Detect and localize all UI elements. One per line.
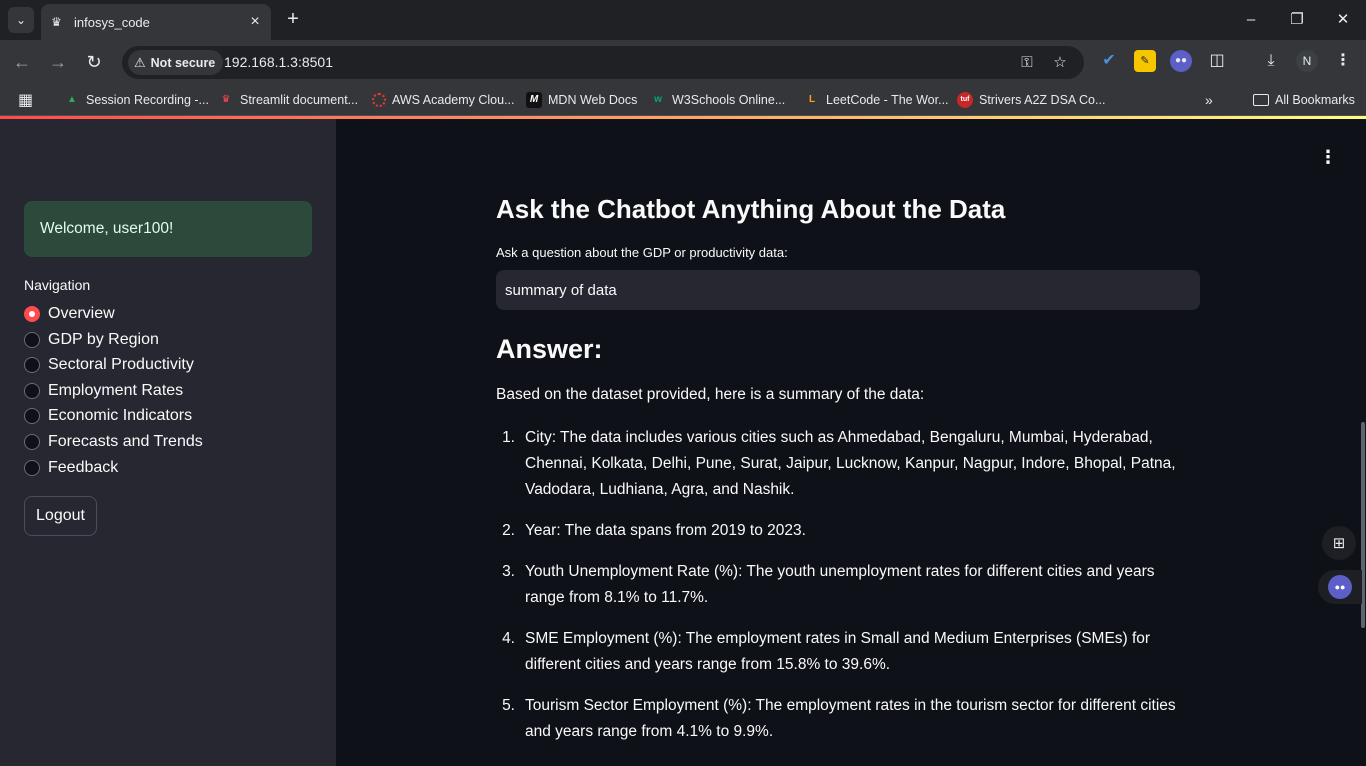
checkmark-extension-icon[interactable]: ✔ [1098, 50, 1120, 72]
tab-search-chevron-icon[interactable]: ⌄ [8, 7, 34, 33]
more-bookmarks-chevron-icon[interactable]: » [1205, 91, 1213, 109]
minimize-icon[interactable]: – [1239, 8, 1263, 32]
radio-button[interactable] [24, 383, 40, 399]
folder-icon [1253, 94, 1269, 106]
radio-button[interactable] [24, 434, 40, 450]
nav-radio-economic-indicators[interactable]: Economic Indicators [24, 405, 192, 427]
streamlit-favicon-icon: ♛ [51, 15, 62, 29]
bookmark-item[interactable]: w W3Schools Online... [650, 91, 785, 109]
new-tab-plus-icon[interactable]: + [281, 8, 305, 32]
browser-tab-bar: ⌄ ♛ infosys_code × + – ❐ ✕ [0, 0, 1366, 40]
nav-radio-gdp-by-region[interactable]: GDP by Region [24, 329, 159, 351]
answer-heading: Answer: [496, 334, 603, 364]
bookmark-item[interactable]: ▲ Session Recording -... [64, 91, 209, 109]
radio-button[interactable] [24, 332, 40, 348]
question-label: Ask a question about the GDP or producti… [496, 245, 788, 260]
nav-radio-label: GDP by Region [48, 331, 159, 348]
security-chip[interactable]: ⚠ Not secure [128, 50, 224, 75]
nav-radio-sectoral-productivity[interactable]: Sectoral Productivity [24, 354, 194, 376]
answer-list-item: 4. SME Employment (%): The employment ra… [502, 630, 1151, 673]
tab-title: infosys_code [74, 14, 150, 30]
bot-extension-icon[interactable]: ●● [1170, 50, 1192, 72]
nav-radio-label: Forecasts and Trends [48, 433, 203, 450]
notes-extension-icon[interactable]: ✎ [1134, 50, 1156, 72]
back-arrow-icon[interactable]: ← [10, 50, 34, 74]
bookmark-item[interactable]: tuf Strivers A2Z DSA Co... [957, 91, 1105, 109]
download-icon[interactable]: ⤓ [1260, 50, 1282, 72]
radio-button[interactable] [24, 460, 40, 476]
profile-avatar[interactable]: N [1296, 50, 1318, 72]
reload-icon[interactable]: ↻ [82, 50, 106, 74]
bookmark-item[interactable]: AWS Academy Clou... [372, 91, 515, 109]
answer-intro: Based on the dataset provided, here is a… [496, 386, 925, 403]
page-title: Ask the Chatbot Anything About the Data [496, 194, 1006, 224]
browser-tab[interactable]: ♛ infosys_code × [41, 4, 271, 40]
w3schools-icon: w [654, 94, 662, 105]
streamlit-icon: ♛ [221, 94, 231, 105]
warning-triangle-icon: ⚠ [134, 54, 146, 70]
leetcode-icon: L [808, 94, 816, 105]
bookmark-item[interactable]: ♛ Streamlit document... [218, 91, 359, 109]
restore-icon[interactable]: ❐ [1285, 8, 1309, 32]
question-input[interactable] [496, 270, 1200, 310]
grid-widget-icon[interactable]: ⊞ [1322, 526, 1356, 560]
nav-radio-label: Economic Indicators [48, 407, 193, 424]
password-key-icon[interactable]: ⚿ [1017, 53, 1037, 73]
nav-radio-forecasts-and-trends[interactable]: Forecasts and Trends [24, 431, 203, 453]
logout-button[interactable]: Logout [24, 496, 97, 536]
bookmark-item[interactable]: L LeetCode - The Wor... [804, 91, 949, 109]
answer-list-item: 5. Tourism Sector Employment (%): The em… [502, 697, 1176, 740]
bookmark-item[interactable]: M MDN Web Docs [526, 91, 637, 109]
answer-list-item: 2. Year: The data spans from 2019 to 202… [502, 522, 806, 539]
nav-radio-label: Sectoral Productivity [48, 356, 194, 373]
browser-toolbar: ← → ↻ ⚠ Not secure 192.168.1.3:8501 ⚿ ☆ … [0, 40, 1366, 84]
sidebar: Welcome, user100! Navigation Overview GD… [0, 119, 336, 766]
aws-icon [372, 93, 386, 107]
nav-radio-overview[interactable]: Overview [24, 303, 115, 325]
radio-button-checked[interactable] [24, 306, 40, 322]
tab-close-icon[interactable]: × [245, 12, 265, 32]
extensions-puzzle-icon[interactable]: ◫ [1206, 50, 1228, 72]
main-content: ⋮ Ask the Chatbot Anything About the Dat… [336, 119, 1366, 766]
nav-radio-label: Feedback [48, 459, 119, 476]
nav-radio-label: Employment Rates [48, 382, 184, 399]
nav-radio-feedback[interactable]: Feedback [24, 457, 118, 479]
radio-button[interactable] [24, 357, 40, 373]
radio-button[interactable] [24, 408, 40, 424]
tuf-icon: tuf [957, 92, 973, 108]
drive-icon: ▲ [67, 94, 77, 105]
forward-arrow-icon[interactable]: → [46, 50, 70, 74]
navigation-label: Navigation [24, 277, 91, 293]
browser-menu-icon[interactable]: ⋮ [1332, 50, 1354, 72]
nav-radio-label: Overview [48, 305, 115, 322]
main-menu-icon[interactable]: ⋮ [1318, 147, 1338, 167]
bot-widget-icon[interactable]: ●● [1318, 570, 1362, 604]
apps-grid-icon[interactable]: ▦ [18, 91, 33, 109]
address-bar[interactable]: ⚠ Not secure 192.168.1.3:8501 ⚿ ☆ [122, 46, 1084, 79]
welcome-alert: Welcome, user100! [24, 201, 312, 257]
all-bookmarks-folder[interactable]: All Bookmarks [1253, 91, 1355, 109]
mdn-icon: M [526, 92, 542, 108]
url-text[interactable]: 192.168.1.3:8501 [224, 54, 333, 70]
nav-radio-employment-rates[interactable]: Employment Rates [24, 380, 183, 402]
answer-list-item: 1. City: The data includes various citie… [502, 429, 1176, 498]
answer-list-item: 3. Youth Unemployment Rate (%): The yout… [502, 563, 1155, 606]
answer-list: 1. City: The data includes various citie… [496, 425, 1196, 760]
bookmarks-bar: ▦ ▲ Session Recording -... ♛ Streamlit d… [0, 84, 1366, 116]
window-close-icon[interactable]: ✕ [1331, 8, 1355, 32]
bookmark-star-icon[interactable]: ☆ [1050, 53, 1070, 73]
security-label: Not secure [150, 55, 216, 70]
